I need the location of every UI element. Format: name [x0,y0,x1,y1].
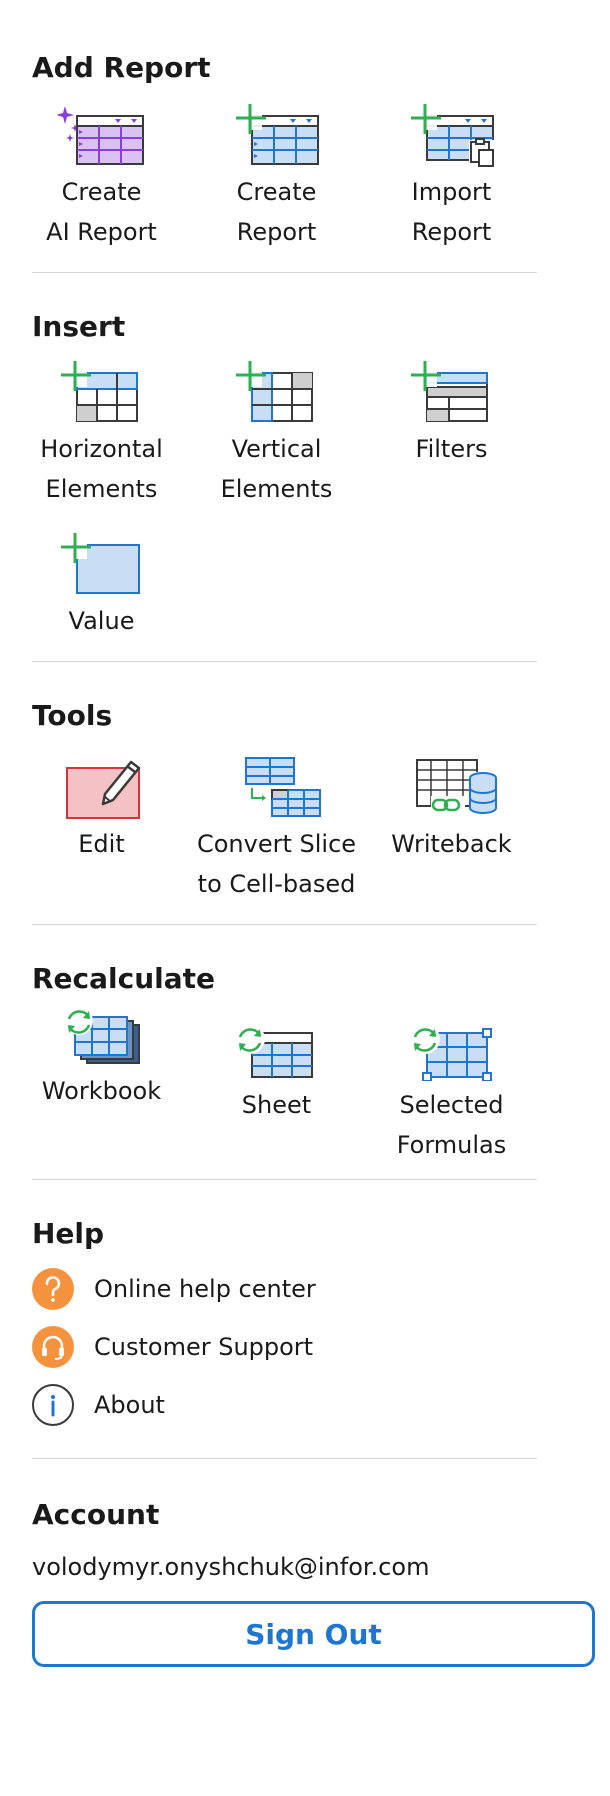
vertical-elements-icon [235,361,313,422]
horizontal-elements-button[interactable]: Horizontal Elements [14,361,189,509]
ai-report-icon [56,106,144,165]
selected-formulas-icon [409,1024,492,1081]
tile-label-line1: Workbook [41,1077,162,1105]
section-title: Insert [32,310,126,343]
horizontal-elements-icon [60,361,138,422]
convert-slice-button[interactable]: Convert Slice to Cell-based [189,750,364,904]
tile-label-line2: Report [411,218,492,246]
value-button[interactable]: Value [14,533,189,641]
vertical-elements-button[interactable]: Vertical Elements [189,361,364,509]
writeback-button[interactable]: Writeback [364,750,539,904]
info-icon [32,1384,74,1426]
help-section: Help Online help center Customer Support… [0,1180,537,1434]
import-report-button[interactable]: Import Report [364,104,539,252]
tile-label-line2: AI Report [46,218,157,246]
section-title: Account [32,1498,160,1531]
about-link[interactable]: About [32,1376,537,1434]
section-title: Recalculate [32,962,216,995]
help-item-label: Online help center [94,1275,316,1303]
convert-slice-icon [244,757,321,817]
edit-button[interactable]: Edit [14,750,189,904]
sign-out-button[interactable]: Sign Out [32,1601,595,1667]
recalculate-section: Recalculate Workbook Sheet Selected Form… [0,925,537,1165]
question-icon [32,1268,74,1310]
help-item-label: About [94,1391,165,1419]
tile-label-line1: Create [61,178,142,206]
insert-section: Insert Horizontal Elements Vertical Elem… [0,273,537,641]
tile-label-line1: Convert Slice [196,830,357,858]
edit-icon [65,760,140,819]
sheet-recalc-icon [234,1024,313,1078]
customer-support-link[interactable]: Customer Support [32,1318,537,1376]
tile-label-line1: Horizontal [40,435,163,463]
value-icon [60,533,140,594]
account-email: volodymyr.onyshchuk@infor.com [32,1553,430,1581]
tile-label-line1: Value [68,607,135,635]
tile-label-line2: Elements [220,475,333,503]
tile-label-line2: to Cell-based [197,870,356,898]
tile-label-line2: Elements [45,475,158,503]
recalc-selected-formulas-button[interactable]: Selected Formulas [364,1009,539,1165]
add-report-section: Add Report Create AI Report Create Repor… [0,0,537,252]
recalc-sheet-button[interactable]: Sheet [189,1009,364,1165]
headset-icon [32,1326,74,1368]
tile-label-line1: Selected [399,1091,504,1119]
workbook-recalc-icon [64,1009,140,1064]
tile-label-line1: Create [236,178,317,206]
side-panel: Add Report Create AI Report Create Repor… [0,0,610,1667]
tile-label-line2: Formulas [396,1131,507,1159]
tile-label-line1: Edit [78,830,125,858]
create-ai-report-button[interactable]: Create AI Report [14,104,189,252]
section-title: Tools [32,699,113,732]
tile-label-line1: Writeback [391,830,512,858]
tile-label-line1: Sheet [241,1091,312,1119]
import-report-icon [410,104,495,167]
help-item-label: Customer Support [94,1333,314,1361]
account-section: Account volodymyr.onyshchuk@infor.com [0,1459,537,1585]
create-report-icon [235,104,319,165]
tile-label-line1: Filters [415,435,488,463]
online-help-center-link[interactable]: Online help center [32,1260,537,1318]
tile-label-line2: Report [236,218,317,246]
writeback-icon [415,759,497,814]
create-report-button[interactable]: Create Report [189,104,364,252]
recalc-workbook-button[interactable]: Workbook [14,1009,189,1165]
filters-icon [410,361,488,422]
tools-section: Tools Edit Convert Slice to Cell-based W… [0,662,537,904]
tile-label-line1: Vertical [231,435,322,463]
section-title: Add Report [32,51,211,84]
section-title: Help [32,1217,105,1250]
tile-label-line1: Import [411,178,492,206]
filters-button[interactable]: Filters [364,361,539,509]
